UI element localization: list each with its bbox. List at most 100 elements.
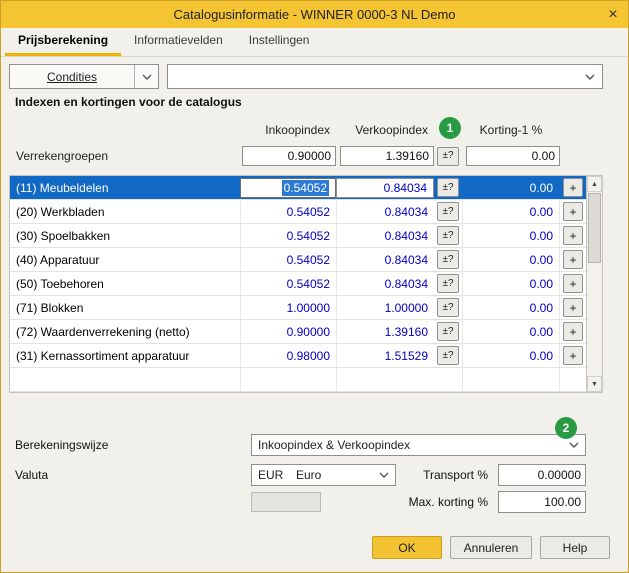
- disabled-field: [251, 492, 321, 512]
- add-button[interactable]: +: [563, 274, 583, 293]
- plusminus-button[interactable]: ±?: [437, 274, 459, 293]
- korting-cell[interactable]: 0.00: [462, 176, 560, 199]
- plusminus-button[interactable]: ±?: [437, 178, 459, 197]
- verkoopindex-cell[interactable]: 0.84034: [336, 224, 434, 247]
- korting-cell[interactable]: [462, 368, 560, 391]
- korting-cell[interactable]: 0.00: [462, 296, 560, 319]
- transport-label: Transport %: [423, 467, 488, 482]
- step-badge-1: 1: [439, 117, 461, 139]
- valuta-select[interactable]: EUR Euro: [251, 463, 396, 486]
- verkoopindex-cell[interactable]: 0.84034: [336, 248, 434, 271]
- plusminus-button[interactable]: ±?: [437, 226, 459, 245]
- verkoopindex-cell[interactable]: 0.84034: [336, 177, 434, 198]
- add-button[interactable]: +: [563, 322, 583, 341]
- add-button[interactable]: +: [563, 346, 583, 365]
- step-badge-2: 2: [555, 417, 577, 439]
- berekeningswijze-select[interactable]: Inkoopindex & Verkoopindex: [251, 434, 586, 456]
- header-inkoopindex: Inkoopindex: [265, 123, 330, 137]
- transport-input[interactable]: [498, 463, 586, 486]
- row-label: (71) Blokken: [16, 300, 84, 315]
- row-label: (40) Apparatuur: [16, 252, 100, 267]
- plusminus-button[interactable]: ±?: [437, 202, 459, 221]
- vertical-scrollbar[interactable]: ▲ ▼: [586, 176, 602, 392]
- plusminus-button[interactable]: ±?: [437, 250, 459, 269]
- tab-instellingen[interactable]: Instellingen: [236, 28, 323, 56]
- verkoopindex-cell[interactable]: 1.51529: [336, 344, 434, 367]
- header-korting: Korting-1 %: [479, 123, 543, 137]
- ok-button[interactable]: OK: [372, 536, 442, 559]
- verrekengroepen-label: Verrekengroepen: [16, 149, 109, 163]
- plusminus-button[interactable]: ±?: [437, 346, 459, 365]
- inkoopindex-cell[interactable]: 0.54052: [240, 272, 336, 295]
- verkoopindex-cell[interactable]: 0.84034: [336, 200, 434, 223]
- add-button[interactable]: +: [563, 226, 583, 245]
- scrollbar-thumb[interactable]: [588, 193, 601, 263]
- add-button[interactable]: +: [563, 250, 583, 269]
- inkoopindex-cell[interactable]: 0.90000: [240, 320, 336, 343]
- row-label: (30) Spoelbakken: [16, 228, 111, 243]
- plusminus-button[interactable]: ±?: [437, 146, 459, 166]
- inkoopindex-cell[interactable]: 1.00000: [240, 296, 336, 319]
- korting-cell[interactable]: 0.00: [462, 248, 560, 271]
- korting-cell[interactable]: 0.00: [462, 272, 560, 295]
- table-row-empty[interactable]: [10, 368, 586, 392]
- verkoopindex-cell[interactable]: 1.00000: [336, 296, 434, 319]
- condities-toolbar: Condities: [9, 64, 603, 89]
- plusminus-button[interactable]: ±?: [437, 298, 459, 317]
- max-korting-input[interactable]: [498, 491, 586, 513]
- section-title: Indexen en kortingen voor de catalogus: [15, 95, 242, 109]
- catalog-info-dialog: Catalogusinformatie - WINNER 0000-3 NL D…: [0, 0, 629, 573]
- verkoopindex-cell[interactable]: 1.39160: [336, 320, 434, 343]
- table-row[interactable]: (31) Kernassortiment apparatuur 0.98000 …: [10, 344, 586, 368]
- index-table: (11) Meubeldelen 0.54052 0.84034 ±? 0.00…: [9, 175, 603, 393]
- column-headers: Inkoopindex Verkoopindex Korting-1 %: [10, 123, 586, 137]
- condities-dropdown-button[interactable]: Condities: [9, 64, 159, 89]
- chevron-down-icon: [134, 65, 158, 88]
- plusminus-button[interactable]: ±?: [437, 322, 459, 341]
- tab-bar: Prijsberekening Informatievelden Instell…: [1, 28, 628, 57]
- inkoopindex-cell[interactable]: 0.54052: [240, 177, 336, 198]
- table-row[interactable]: (40) Apparatuur 0.54052 0.84034 ±? 0.00 …: [10, 248, 586, 272]
- add-button[interactable]: +: [563, 178, 583, 197]
- condities-label: Condities: [46, 69, 98, 84]
- korting-cell[interactable]: 0.00: [462, 344, 560, 367]
- add-button[interactable]: +: [563, 298, 583, 317]
- inkoopindex-cell[interactable]: 0.54052: [240, 224, 336, 247]
- cell-edit-value: 0.54052: [281, 179, 329, 196]
- add-button[interactable]: +: [563, 202, 583, 221]
- condities-value-combobox[interactable]: [167, 64, 603, 89]
- button-row: OK Annuleren Help: [1, 536, 628, 560]
- verkoopindex-cell[interactable]: 0.84034: [336, 272, 434, 295]
- tab-informatievelden[interactable]: Informatievelden: [121, 28, 236, 56]
- korting-cell[interactable]: 0.00: [462, 224, 560, 247]
- row-label: (72) Waardenverrekening (netto): [16, 324, 190, 339]
- table-row[interactable]: (71) Blokken 1.00000 1.00000 ±? 0.00 +: [10, 296, 586, 320]
- cancel-button[interactable]: Annuleren: [450, 536, 532, 559]
- verrekengroepen-inkoopindex-input[interactable]: [242, 146, 336, 166]
- scroll-down-icon[interactable]: ▼: [587, 376, 602, 392]
- table-row[interactable]: (72) Waardenverrekening (netto) 0.90000 …: [10, 320, 586, 344]
- table-row[interactable]: (30) Spoelbakken 0.54052 0.84034 ±? 0.00…: [10, 224, 586, 248]
- verrekengroepen-verkoopindex-input[interactable]: [340, 146, 434, 166]
- row-label: (50) Toebehoren: [16, 276, 104, 291]
- row-label: (31) Kernassortiment apparatuur: [16, 348, 190, 363]
- tab-prijsberekening[interactable]: Prijsberekening: [5, 28, 122, 56]
- korting-cell[interactable]: 0.00: [462, 320, 560, 343]
- inkoopindex-cell[interactable]: 0.54052: [240, 200, 336, 223]
- scroll-up-icon[interactable]: ▲: [587, 176, 602, 192]
- close-icon[interactable]: ×: [598, 1, 628, 28]
- table-row[interactable]: (50) Toebehoren 0.54052 0.84034 ±? 0.00 …: [10, 272, 586, 296]
- inkoopindex-cell[interactable]: 0.98000: [240, 344, 336, 367]
- valuta-row: Valuta EUR Euro Transport %: [15, 463, 586, 486]
- table-row[interactable]: (11) Meubeldelen 0.54052 0.84034 ±? 0.00…: [10, 176, 586, 200]
- table-row[interactable]: (20) Werkbladen 0.54052 0.84034 ±? 0.00 …: [10, 200, 586, 224]
- chevron-down-icon: [578, 74, 602, 80]
- valuta-name: Euro: [296, 467, 322, 482]
- verrekengroepen-korting-input[interactable]: [466, 146, 560, 166]
- inkoopindex-cell[interactable]: [240, 368, 336, 391]
- korting-cell[interactable]: 0.00: [462, 200, 560, 223]
- chevron-down-icon: [373, 472, 395, 478]
- inkoopindex-cell[interactable]: 0.54052: [240, 248, 336, 271]
- verkoopindex-cell[interactable]: [336, 368, 434, 391]
- help-button[interactable]: Help: [540, 536, 610, 559]
